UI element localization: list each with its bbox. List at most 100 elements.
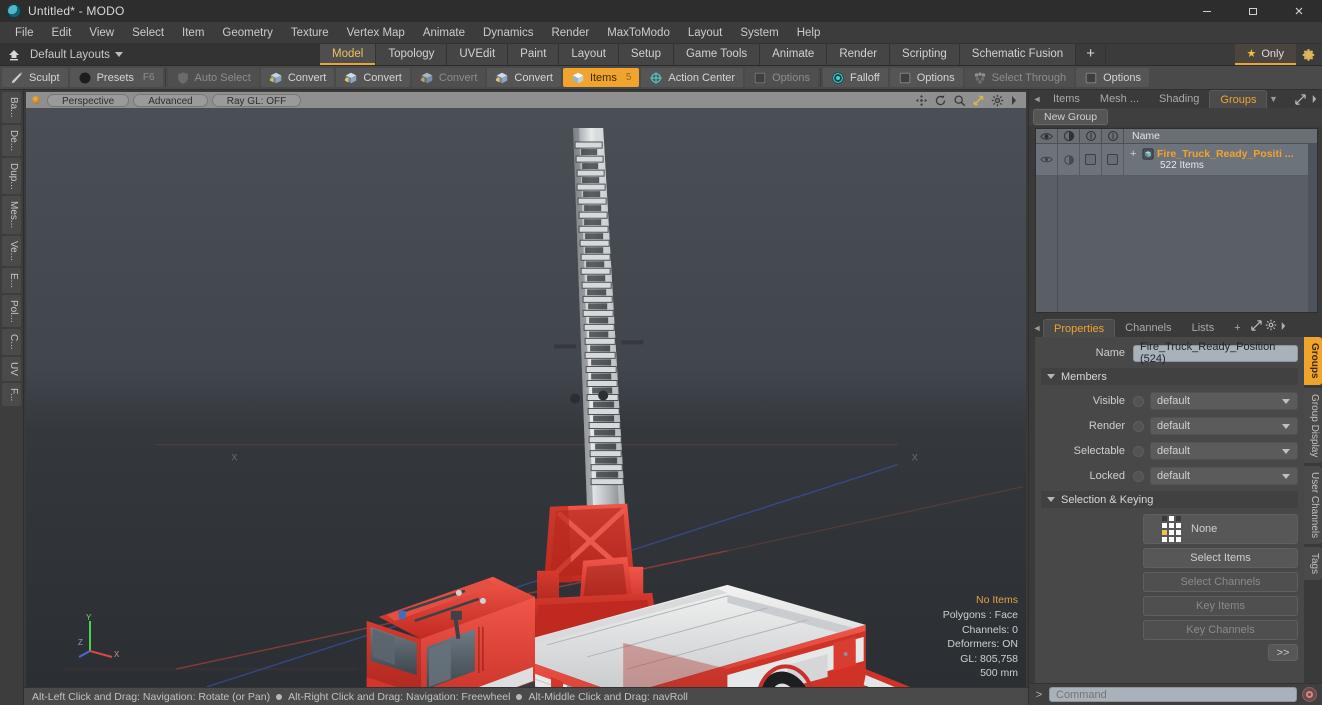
tab-model[interactable]: Model (320, 44, 376, 65)
group-list-scrollbar[interactable] (1308, 144, 1317, 312)
chevron-down-icon[interactable]: ▼ (1267, 90, 1279, 108)
only-toggle-button[interactable]: ★ Only (1234, 44, 1296, 65)
tab-uvedit[interactable]: UVEdit (447, 44, 508, 65)
vtab-tags[interactable]: Tags (1304, 547, 1322, 581)
command-input[interactable] (1049, 687, 1297, 702)
menu-item-edit[interactable]: Edit (43, 22, 81, 44)
menu-item-dynamics[interactable]: Dynamics (474, 22, 542, 44)
tab-mesh[interactable]: Mesh ... (1089, 90, 1150, 108)
gear-icon[interactable] (1265, 319, 1277, 331)
action-center-options-button[interactable]: Options (745, 68, 818, 87)
menu-item-texture[interactable]: Texture (282, 22, 338, 44)
col-render-header[interactable] (1058, 129, 1080, 143)
record-icon[interactable] (1302, 687, 1317, 702)
layout-selector[interactable]: Default Layouts (0, 44, 320, 65)
tab-shading[interactable]: Shading (1149, 90, 1210, 108)
selection-set-button[interactable]: None (1143, 514, 1298, 544)
lock-checkbox[interactable] (1085, 154, 1096, 165)
new-group-button[interactable]: New Group (1033, 109, 1109, 125)
tab-render[interactable]: Render (827, 44, 890, 65)
expand-group-button[interactable]: + (1130, 148, 1139, 160)
menu-item-view[interactable]: View (80, 22, 123, 44)
select-through-options-button[interactable]: Options (1076, 68, 1149, 87)
tab-properties[interactable]: Properties (1043, 319, 1116, 337)
add-tab-button[interactable]: + (1076, 44, 1105, 65)
left-rail-tab-curve[interactable]: C... (2, 329, 21, 356)
menu-item-help[interactable]: Help (788, 22, 830, 44)
action-center-button[interactable]: Action Center (641, 68, 744, 87)
close-button[interactable] (1276, 0, 1322, 22)
key-items-button[interactable]: Key Items (1143, 596, 1298, 616)
expand-icon[interactable] (1250, 320, 1262, 331)
left-rail-tab-uv[interactable]: UV (2, 357, 21, 381)
key-channels-button[interactable]: Key Channels (1143, 620, 1298, 640)
zoom-icon[interactable] (953, 94, 966, 107)
info-checkbox[interactable] (1107, 154, 1118, 165)
rotate-icon[interactable] (934, 94, 947, 107)
presets-button[interactable]: Presets F6 (69, 68, 163, 87)
3d-viewport[interactable]: X X No Items Polygons: Face Channels: 0… (26, 108, 1026, 687)
tab-scripting[interactable]: Scripting (890, 44, 959, 65)
convert-button-1[interactable]: Convert (260, 68, 335, 87)
chevron-right-icon[interactable] (1010, 95, 1018, 106)
tab-items[interactable]: Items (1043, 90, 1090, 108)
maximize-button[interactable] (1230, 0, 1276, 22)
viewport-menu-dot-icon[interactable] (32, 96, 40, 104)
left-rail-tab-duplicate[interactable]: Dup... (2, 157, 21, 195)
menu-item-system[interactable]: System (731, 22, 787, 44)
viewport-projection-selector[interactable]: Perspective (47, 93, 130, 107)
render-override-dot[interactable] (1133, 420, 1144, 432)
auto-select-button[interactable]: Auto Select (167, 68, 259, 87)
menu-item-render[interactable]: Render (542, 22, 598, 44)
add-properties-tab-button[interactable]: + (1224, 319, 1251, 337)
gear-icon[interactable] (991, 94, 1004, 107)
col-lock-header[interactable] (1080, 129, 1102, 143)
viewport-raygl-selector[interactable]: Ray GL: OFF (211, 93, 302, 107)
tab-lists[interactable]: Lists (1181, 319, 1225, 337)
selectable-dropdown[interactable]: default (1150, 442, 1298, 460)
expand-icon[interactable] (1295, 93, 1306, 105)
tab-topology[interactable]: Topology (376, 44, 447, 65)
left-rail-tab-vertex[interactable]: Ve... (2, 235, 21, 266)
table-row[interactable]: + Fire_Truck_Ready_Positi ... 522 Items (1036, 144, 1317, 176)
tab-groups[interactable]: Groups (1209, 90, 1268, 108)
visible-override-dot[interactable] (1133, 395, 1144, 407)
tab-game-tools[interactable]: Game Tools (673, 44, 760, 65)
col-visible-header[interactable] (1036, 129, 1058, 143)
tab-scroll-left-icon[interactable]: ◄ (1031, 90, 1043, 108)
chevron-right-icon[interactable] (1311, 94, 1318, 104)
convert-button-2[interactable]: Convert (336, 68, 410, 87)
visible-dropdown[interactable]: default (1150, 392, 1298, 410)
menu-item-vertex-map[interactable]: Vertex Map (338, 22, 414, 44)
viewport-shading-selector[interactable]: Advanced (133, 93, 208, 107)
vtab-group-display[interactable]: Group Display (1304, 387, 1322, 463)
tab-channels[interactable]: Channels (1115, 319, 1182, 337)
menu-item-animate[interactable]: Animate (414, 22, 474, 44)
row-visible-toggle[interactable] (1036, 144, 1058, 175)
tab-setup[interactable]: Setup (618, 44, 673, 65)
select-channels-button[interactable]: Select Channels (1143, 572, 1298, 592)
select-items-button[interactable]: Select Items (1143, 548, 1298, 568)
sculpt-button[interactable]: Sculpt (2, 68, 68, 87)
items-mode-button[interactable]: Items 5 (562, 68, 640, 87)
chevron-right-icon[interactable] (1280, 321, 1287, 331)
menu-item-layout[interactable]: Layout (679, 22, 732, 44)
menu-item-item[interactable]: Item (173, 22, 213, 44)
group-list[interactable]: Name + Fire_Truck_Ready_Positi ... 522 I… (1035, 128, 1318, 313)
menu-item-geometry[interactable]: Geometry (213, 22, 282, 44)
left-rail-tab-deform[interactable]: De... (2, 124, 21, 156)
row-render-toggle[interactable] (1058, 144, 1080, 175)
render-dropdown[interactable]: default (1150, 417, 1298, 435)
falloff-button[interactable]: Falloff (822, 68, 888, 87)
left-rail-tab-edge[interactable]: E... (2, 267, 21, 293)
vtab-user-channels[interactable]: User Channels (1304, 465, 1322, 545)
falloff-options-button[interactable]: Options (889, 68, 963, 87)
properties-scroll-left-icon[interactable]: ◄ (1031, 319, 1043, 337)
members-section-header[interactable]: Members (1041, 368, 1298, 385)
tab-schematic-fusion[interactable]: Schematic Fusion (959, 44, 1076, 65)
left-rail-tab-polygon[interactable]: Pol... (2, 294, 21, 328)
fit-icon[interactable] (972, 94, 985, 107)
row-lock-toggle[interactable] (1080, 144, 1102, 175)
row-info-toggle[interactable] (1102, 144, 1124, 175)
more-options-button[interactable]: >> (1268, 644, 1298, 661)
